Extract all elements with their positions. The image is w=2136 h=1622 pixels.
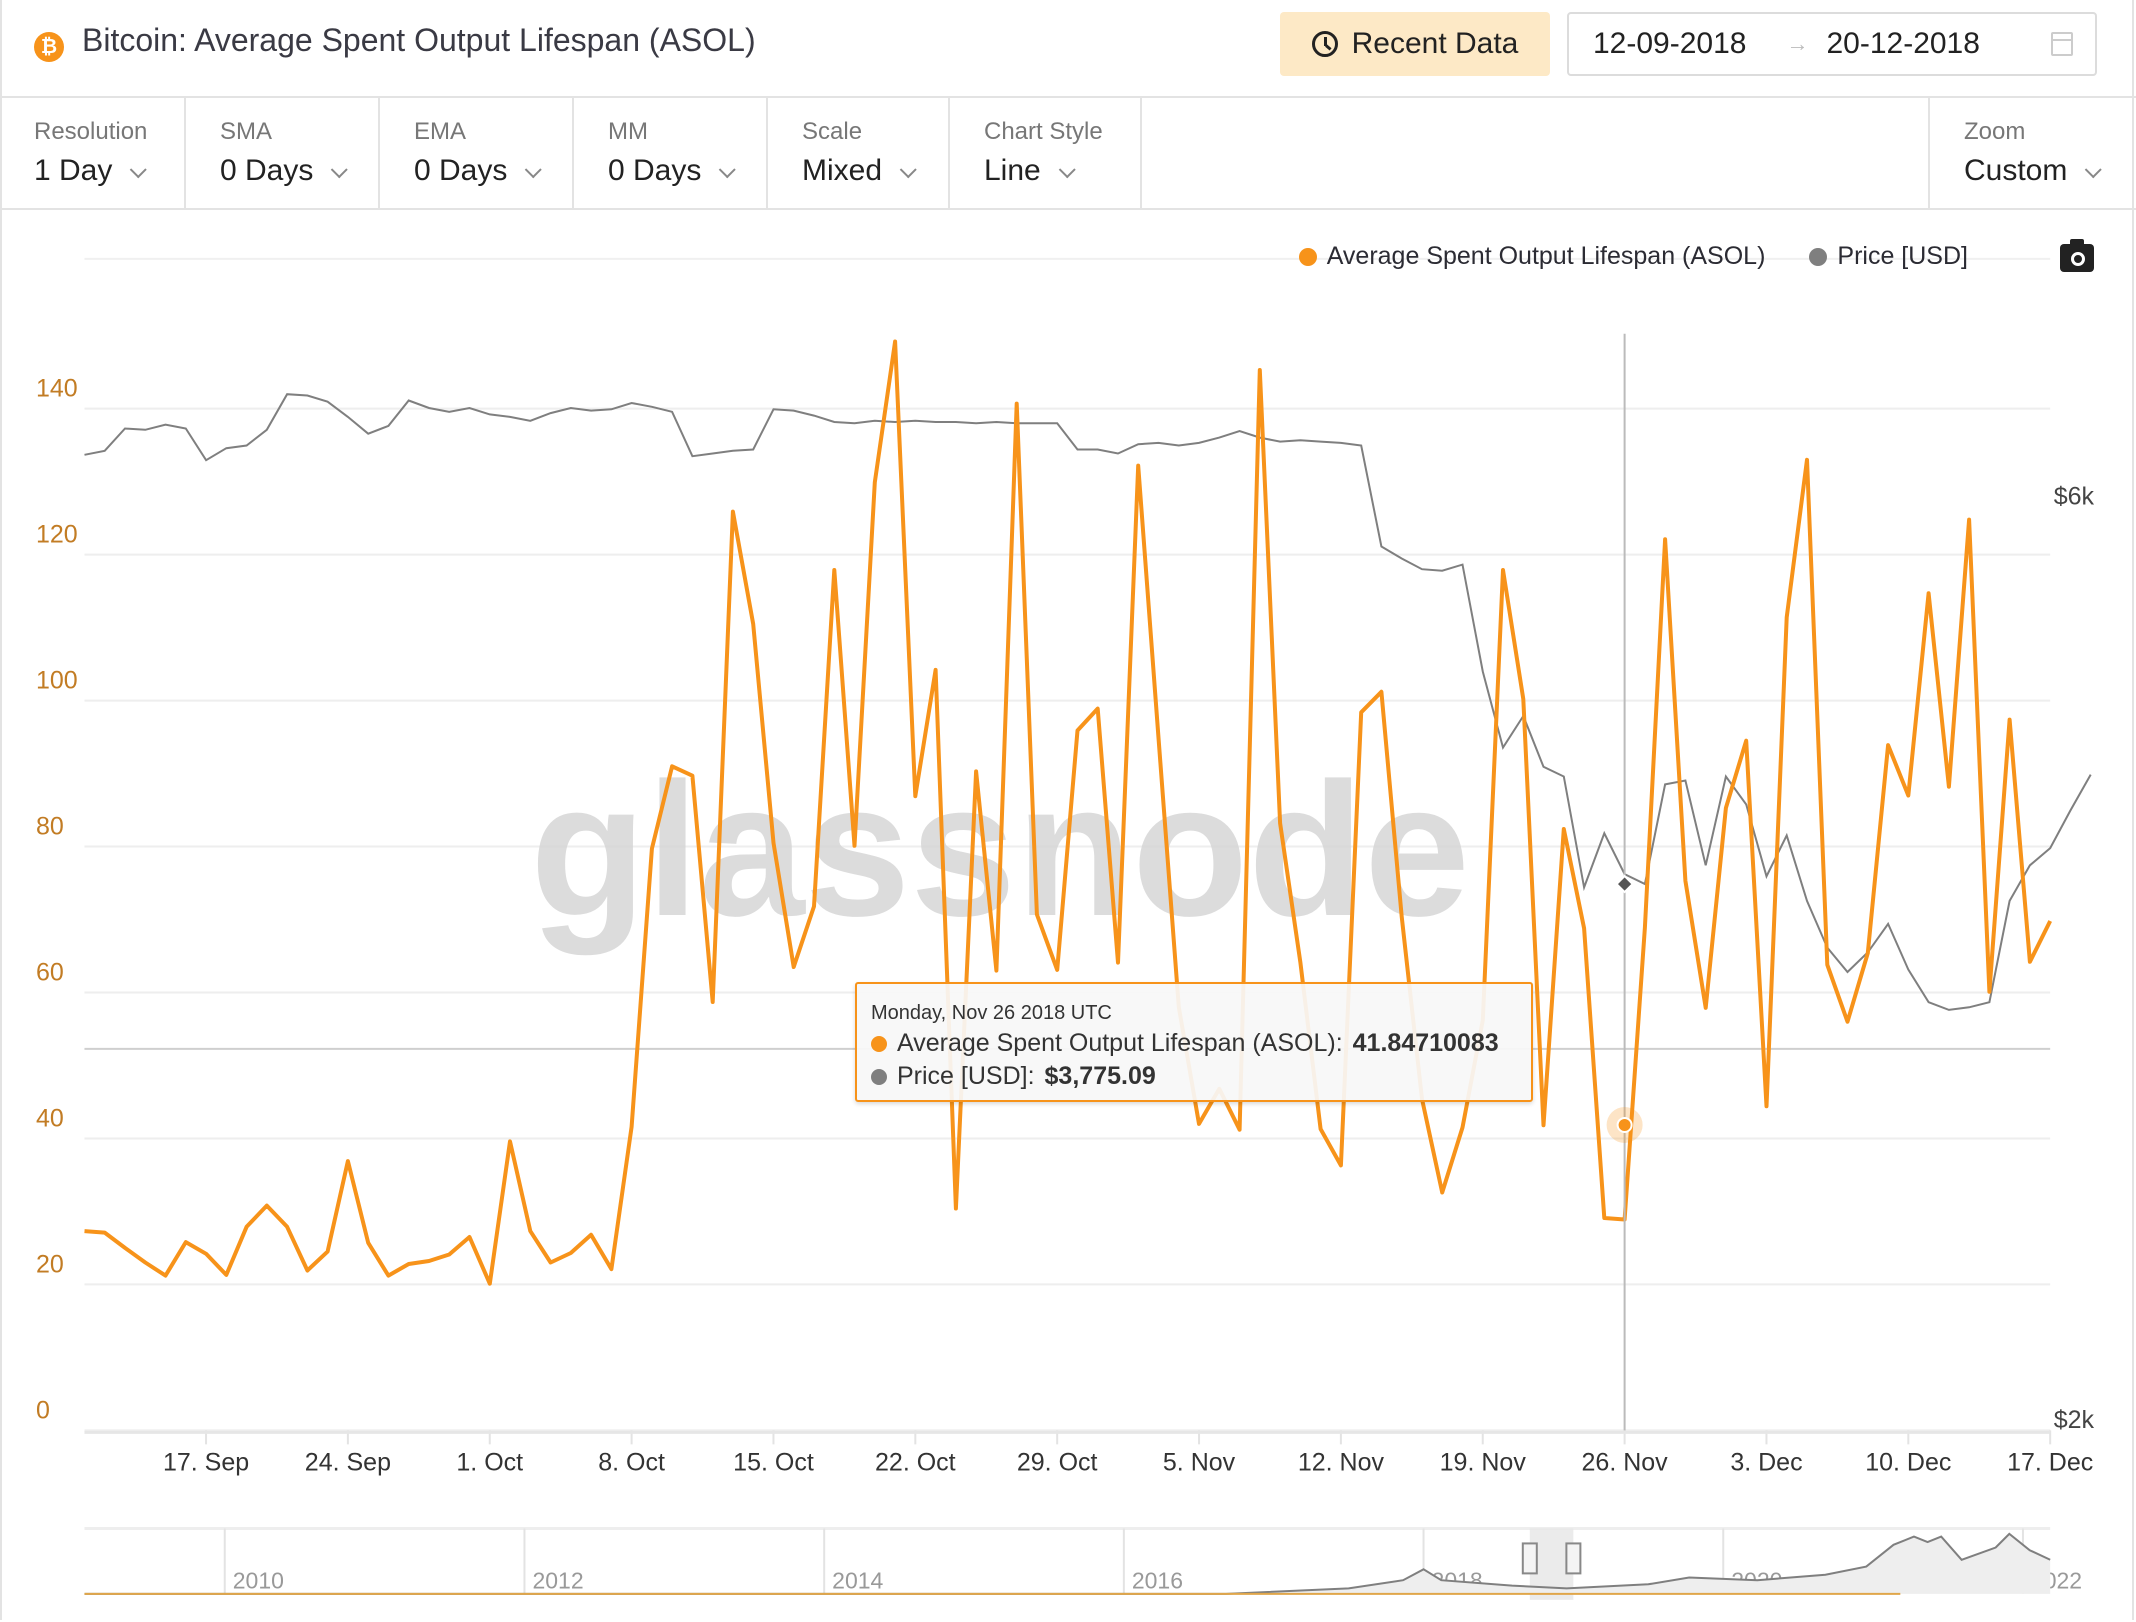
- x-axis: 17. Sep 24. Sep 1. Oct 8. Oct 15. Oct 22. Oct…: [84, 1430, 2093, 1476]
- legend: Average Spent Output Lifespan (ASOL) Pri…: [1298, 242, 1968, 271]
- navigator-year-label: 2010: [233, 1567, 284, 1593]
- tooltip-asol-row: Average Spent Output Lifespan (ASOL): 41…: [871, 1029, 1531, 1058]
- camera-icon[interactable]: [2060, 239, 2094, 272]
- x-tick-label: 1. Oct: [456, 1448, 523, 1476]
- legend-item-asol[interactable]: Average Spent Output Lifespan (ASOL): [1298, 242, 1766, 271]
- price-dot-icon: [1809, 247, 1828, 266]
- legend-price-label: Price [USD]: [1837, 242, 1968, 270]
- price-dot-icon: [871, 1068, 887, 1085]
- y-left-tick-label: 0: [36, 1396, 50, 1424]
- x-tick-label: 12. Nov: [1298, 1448, 1385, 1476]
- asol-hover-marker: [1616, 1116, 1633, 1133]
- x-tick-label: 8. Oct: [598, 1448, 665, 1476]
- tooltip-price-row: Price [USD]: $3,775.09: [871, 1062, 1531, 1091]
- y-axis-right: $2k $6k: [2054, 482, 2095, 1434]
- y-right-tick-label: $2k: [2054, 1406, 2095, 1434]
- y-left-tick-label: 20: [36, 1250, 64, 1278]
- x-tick-label: 29. Oct: [1017, 1448, 1098, 1476]
- x-tick-label: 22. Oct: [875, 1448, 956, 1476]
- price-hover-marker: [1615, 874, 1635, 894]
- x-tick-label: 19. Nov: [1440, 1448, 1527, 1476]
- y-left-tick-label: 120: [36, 521, 78, 549]
- navigator-right-handle[interactable]: [1565, 1542, 1582, 1575]
- x-tick-label: 17. Sep: [163, 1448, 249, 1476]
- x-tick-label: 26. Nov: [1582, 1448, 1669, 1476]
- x-tick-label: 5. Nov: [1163, 1448, 1236, 1476]
- navigator-year-label: 2014: [832, 1567, 883, 1593]
- x-tick-label: 24. Sep: [305, 1448, 391, 1476]
- x-tick-label: 17. Dec: [2007, 1448, 2093, 1476]
- tooltip-date: Monday, Nov 26 2018 UTC: [871, 1002, 1112, 1024]
- y-axis-left: 0 20 40 60 80 100 120 140: [36, 375, 78, 1425]
- chart-tooltip: Monday, Nov 26 2018 UTC Average Spent Ou…: [855, 982, 1533, 1102]
- asol-dot-icon: [1298, 247, 1317, 266]
- tooltip-asol-value: 41.84710083: [1352, 1029, 1499, 1057]
- navigator: 2010201220142016201820202022: [84, 1526, 2082, 1600]
- x-tick-label: 3. Dec: [1730, 1448, 1802, 1476]
- legend-item-price[interactable]: Price [USD]: [1809, 242, 1968, 271]
- x-tick-label: 10. Dec: [1865, 1448, 1951, 1476]
- asol-dot-icon: [871, 1035, 887, 1052]
- y-right-tick-label: $6k: [2054, 482, 2095, 510]
- y-left-tick-label: 60: [36, 958, 64, 986]
- legend-asol-label: Average Spent Output Lifespan (ASOL): [1326, 242, 1766, 270]
- y-left-tick-label: 40: [36, 1104, 64, 1132]
- navigator-area: [84, 1533, 2051, 1594]
- y-left-tick-label: 100: [36, 667, 78, 695]
- x-tick-label: 15. Oct: [733, 1448, 814, 1476]
- tooltip-asol-label: Average Spent Output Lifespan (ASOL):: [897, 1029, 1343, 1057]
- y-left-tick-label: 140: [36, 375, 78, 403]
- y-left-tick-label: 80: [36, 813, 64, 841]
- navigator-left-handle[interactable]: [1521, 1542, 1538, 1575]
- tooltip-price-value: $3,775.09: [1044, 1062, 1156, 1090]
- tooltip-price-label: Price [USD]:: [897, 1062, 1035, 1090]
- navigator-year-label: 2016: [1132, 1567, 1183, 1593]
- navigator-year-label: 2012: [532, 1567, 583, 1593]
